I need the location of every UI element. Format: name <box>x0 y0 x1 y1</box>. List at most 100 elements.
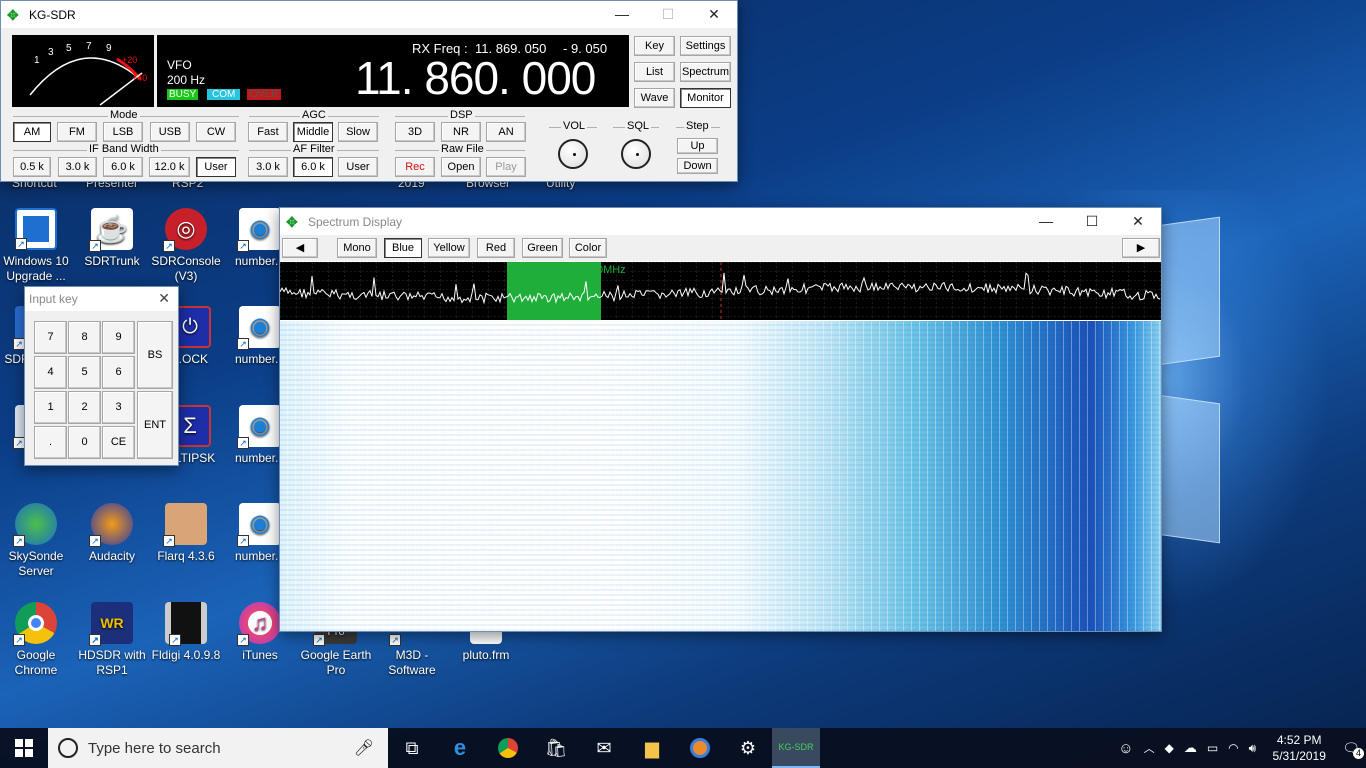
desktop-icon-windows10-upgrade[interactable]: ↗ Windows 10 Upgrade ... <box>0 208 76 284</box>
desktop-icon-flarq[interactable]: ↗ Flarq 4.3.6 <box>146 503 226 564</box>
mode-am-button[interactable]: AM <box>13 122 51 142</box>
key-6[interactable]: 6 <box>102 356 135 389</box>
raw-play-button[interactable]: Play <box>486 157 526 177</box>
color-red-button[interactable]: Red <box>477 238 515 258</box>
key-5[interactable]: 5 <box>68 356 101 389</box>
af-3k-button[interactable]: 3.0 k <box>248 157 288 177</box>
start-button[interactable] <box>0 728 48 768</box>
file-explorer-icon[interactable]: ▆ <box>628 728 676 768</box>
mode-group-label: Mode <box>108 109 140 121</box>
dsp-nr-button[interactable]: NR <box>441 122 481 142</box>
mode-fm-button[interactable]: FM <box>57 122 97 142</box>
taskbar-search[interactable]: Type here to search 🎤︎ <box>48 728 388 768</box>
settings-gear-icon[interactable]: ⚙ <box>724 728 772 768</box>
color-green-button[interactable]: Green <box>522 238 563 258</box>
color-blue-button[interactable]: Blue <box>384 238 422 258</box>
ifbw-05k-button[interactable]: 0.5 k <box>13 157 51 177</box>
desktop-icon-hdsdr[interactable]: WR ↗ HDSDR with RSP1 <box>72 602 152 678</box>
list-button[interactable]: List <box>634 62 675 82</box>
color-yellow-button[interactable]: Yellow <box>428 238 470 258</box>
minimize-button[interactable]: — <box>599 1 645 28</box>
key-enter[interactable]: ENT <box>137 391 173 459</box>
main-frequency[interactable]: 11. 860. 000 <box>355 53 596 103</box>
key-ce[interactable]: CE <box>102 426 135 459</box>
ifbw-user-button[interactable]: User <box>196 157 236 177</box>
close-button[interactable]: ✕ <box>158 290 170 307</box>
ifbw-6k-button[interactable]: 6.0 k <box>103 157 143 177</box>
color-mono-button[interactable]: Mono <box>337 238 377 258</box>
scroll-left-button[interactable]: ◀ <box>282 238 318 258</box>
key-2[interactable]: 2 <box>68 391 101 424</box>
close-button[interactable]: ✕ <box>1115 208 1161 235</box>
desktop-icon-skysonde[interactable]: ↗ SkySonde Server <box>0 503 76 579</box>
ifbw-12k-button[interactable]: 12.0 k <box>149 157 190 177</box>
raw-open-button[interactable]: Open <box>441 157 481 177</box>
wave-button[interactable]: Wave <box>634 88 675 108</box>
kgsdr-taskbar-icon[interactable]: KG-SDR <box>772 728 820 768</box>
raw-rec-button[interactable]: Rec <box>395 157 435 177</box>
mode-usb-button[interactable]: USB <box>150 122 190 142</box>
color-color-button[interactable]: Color <box>569 238 607 258</box>
ifbw-3k-button[interactable]: 3.0 k <box>58 157 97 177</box>
input-key-titlebar[interactable]: Input key ✕ <box>25 287 178 311</box>
wifi-icon[interactable]: ◠ <box>1228 741 1238 755</box>
chevron-up-icon[interactable]: ︿ <box>1144 740 1155 756</box>
key-7[interactable]: 7 <box>34 321 67 354</box>
people-icon[interactable]: ☺ <box>1118 740 1133 757</box>
microphone-icon[interactable]: 🎤︎ <box>354 738 374 758</box>
step-up-button[interactable]: Up <box>677 138 718 154</box>
spectrum-plot[interactable]: 11.86000MHz <box>280 262 1161 320</box>
desktop-icon-sdrtrunk[interactable]: ☕ ↗ SDRTrunk <box>72 208 152 269</box>
desktop-icon-sdrconsole[interactable]: ◎ ↗ SDRConsole (V3) <box>146 208 226 284</box>
kgsdr-titlebar[interactable]: ✥ KG-SDR — ☐ ✕ <box>1 1 737 28</box>
settings-button[interactable]: Settings <box>680 36 731 56</box>
waterfall-display[interactable] <box>280 321 1161 631</box>
key-dot[interactable]: . <box>34 426 67 459</box>
dsp-3d-button[interactable]: 3D <box>395 122 435 142</box>
s-meter-tick: +20 <box>122 55 138 65</box>
key-0[interactable]: 0 <box>68 426 101 459</box>
key-backspace[interactable]: BS <box>137 321 173 389</box>
key-1[interactable]: 1 <box>34 391 67 424</box>
dropbox-icon[interactable]: ◆ <box>1165 741 1174 755</box>
key-8[interactable]: 8 <box>68 321 101 354</box>
dsp-an-button[interactable]: AN <box>486 122 526 142</box>
clock[interactable]: 4:52 PM 5/31/2019 <box>1266 732 1332 764</box>
af-user-button[interactable]: User <box>338 157 378 177</box>
mode-cw-button[interactable]: CW <box>196 122 236 142</box>
agc-slow-button[interactable]: Slow <box>338 122 378 142</box>
key-4[interactable]: 4 <box>34 356 67 389</box>
battery-icon[interactable]: ▭ <box>1207 741 1218 755</box>
desktop-icon-chrome[interactable]: ↗ Google Chrome <box>0 602 76 678</box>
frequency-display: VFO 200 Hz RX Freq : 11. 869. 050 - 9. 0… <box>157 35 629 107</box>
store-icon[interactable]: 🛍︎ <box>532 728 580 768</box>
sql-knob[interactable] <box>621 139 651 169</box>
mail-icon[interactable]: ✉ <box>580 728 628 768</box>
maximize-button[interactable]: ☐ <box>1069 208 1115 235</box>
edge-icon[interactable]: e <box>436 728 484 768</box>
notification-icon[interactable]: 🗨︎ 4 <box>1342 740 1364 759</box>
close-button[interactable]: ✕ <box>691 1 737 28</box>
cloud-icon[interactable]: ☁ <box>1184 740 1197 756</box>
desktop-icon-fldigi[interactable]: ↗ Fldigi 4.0.9.8 <box>146 602 226 663</box>
volume-icon[interactable]: 🔊︎ <box>1249 741 1257 756</box>
spectrum-button[interactable]: Spectrum <box>680 62 731 82</box>
key-9[interactable]: 9 <box>102 321 135 354</box>
spectrum-titlebar[interactable]: ✥ Spectrum Display — ☐ ✕ <box>280 208 1161 235</box>
task-view-icon[interactable]: ⧉ <box>388 728 436 768</box>
desktop-icon-audacity[interactable]: ↗ Audacity <box>72 503 152 564</box>
mode-lsb-button[interactable]: LSB <box>103 122 143 142</box>
minimize-button[interactable]: — <box>1023 208 1069 235</box>
af-6k-button[interactable]: 6.0 k <box>293 157 333 177</box>
vol-knob[interactable] <box>558 139 588 169</box>
scroll-right-button[interactable]: ▶ <box>1122 238 1160 258</box>
agc-fast-button[interactable]: Fast <box>248 122 288 142</box>
step-down-button[interactable]: Down <box>677 158 718 174</box>
maximize-button[interactable]: ☐ <box>645 1 691 28</box>
chrome-taskbar-icon[interactable] <box>484 728 532 768</box>
monitor-button[interactable]: Monitor <box>680 88 731 108</box>
key-3[interactable]: 3 <box>102 391 135 424</box>
key-button[interactable]: Key <box>634 36 675 56</box>
browser-icon[interactable] <box>676 728 724 768</box>
agc-middle-button[interactable]: Middle <box>293 122 333 142</box>
